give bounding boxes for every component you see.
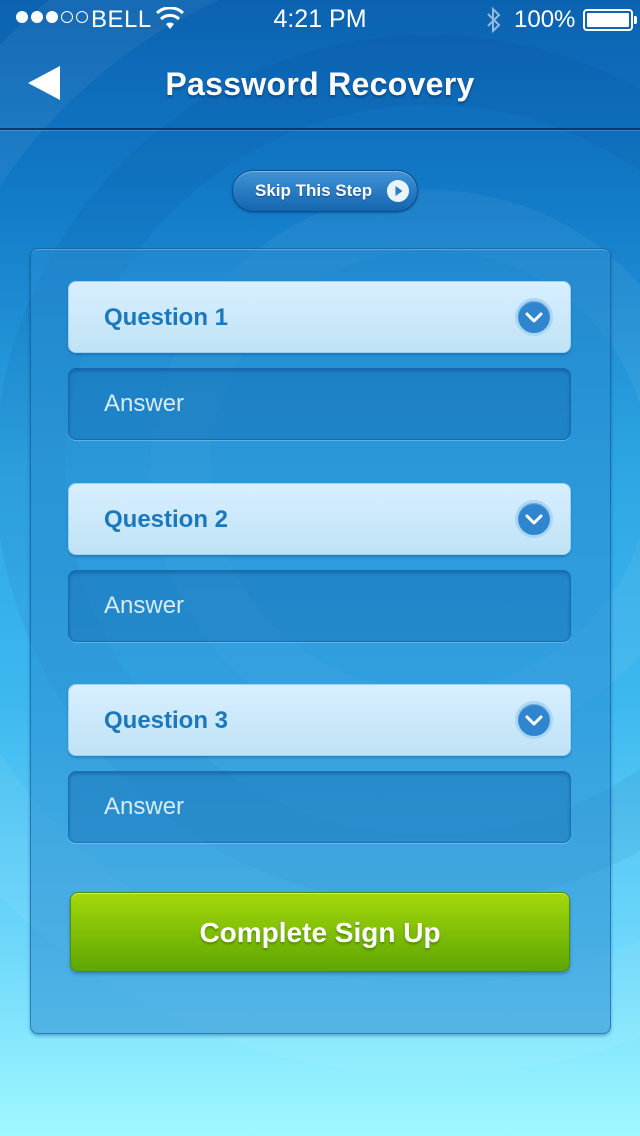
- answer-1-field[interactable]: [68, 368, 571, 440]
- bluetooth-icon: [487, 6, 501, 34]
- chevron-down-icon: [515, 298, 553, 336]
- navigation-bar: Password Recovery: [0, 40, 640, 130]
- answer-3-field[interactable]: [68, 771, 571, 843]
- status-bar: BELL 4:21 PM 100%: [0, 0, 640, 40]
- chevron-down-icon: [515, 701, 553, 739]
- skip-step-label: Skip This Step: [255, 181, 373, 200]
- question-1-label: Question 1: [104, 304, 229, 331]
- battery-icon: [583, 9, 637, 31]
- question-1-select[interactable]: Question 1: [68, 281, 571, 353]
- skip-step-button[interactable]: Skip This Step: [232, 170, 418, 212]
- answer-2-field[interactable]: [68, 570, 571, 642]
- complete-sign-up-button[interactable]: Complete Sign Up: [70, 892, 570, 972]
- question-3-label: Question 3: [104, 707, 229, 734]
- chevron-down-icon: [515, 500, 553, 538]
- question-2-label: Question 2: [104, 506, 229, 533]
- question-2-select[interactable]: Question 2: [68, 483, 571, 555]
- question-3-select[interactable]: Question 3: [68, 684, 571, 756]
- page-title: Password Recovery: [165, 66, 475, 102]
- complete-sign-up-label: Complete Sign Up: [199, 917, 441, 948]
- battery-percentage: 100%: [514, 6, 576, 33]
- play-arrow-icon: [387, 180, 409, 202]
